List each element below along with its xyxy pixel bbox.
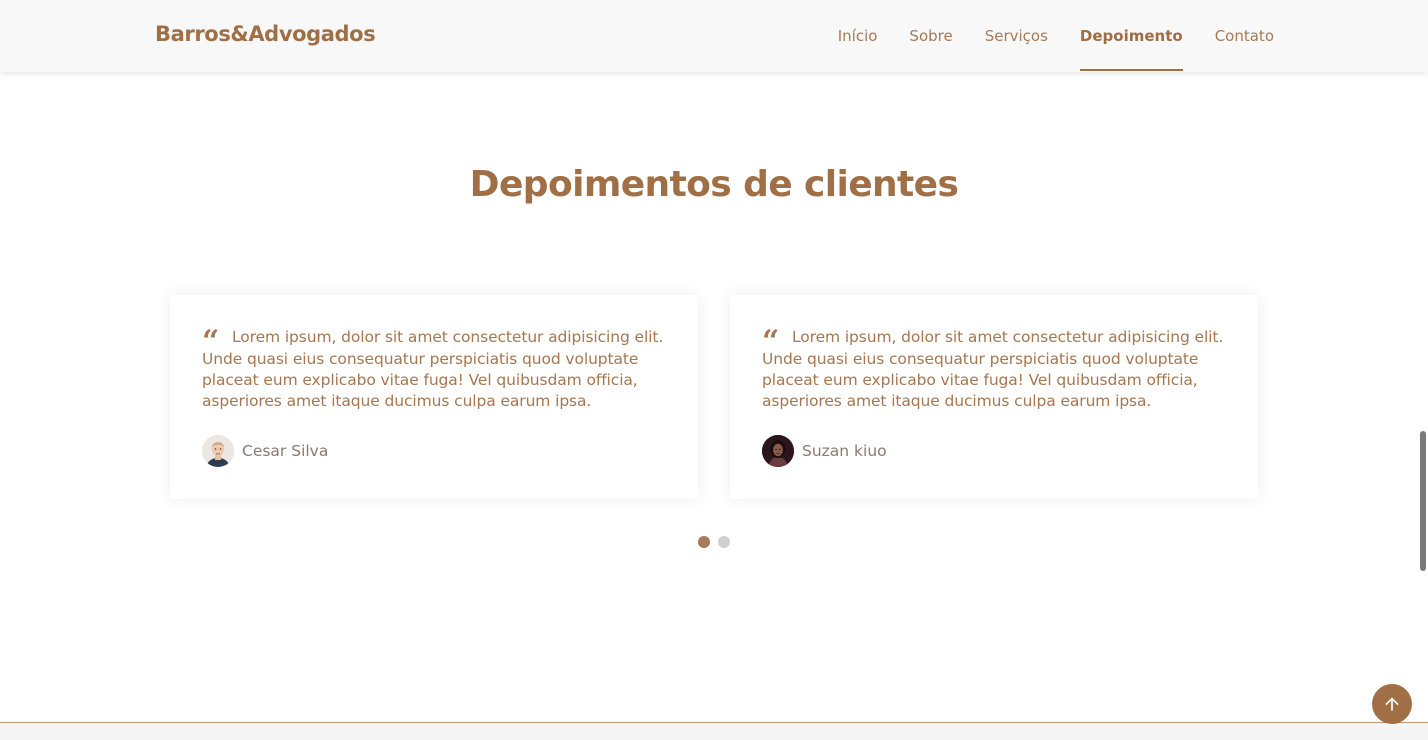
testimonial-text: “Lorem ipsum, dolor sit amet consectetur… [202,324,664,411]
nav-item-depoimento[interactable]: Depoimento [1079,0,1183,72]
quote-icon: “ [202,324,219,359]
nav-item-servicos[interactable]: Serviços [985,0,1048,72]
arrow-up-icon [1385,697,1399,711]
avatar [762,435,794,467]
testimonial-author: Cesar Silva [202,435,328,467]
author-name: Suzan kiuo [802,442,887,460]
pagination-dot-2[interactable] [718,536,730,548]
author-name: Cesar Silva [242,442,329,460]
footer-edge [0,722,1428,740]
pagination-dot-1[interactable] [698,536,710,548]
testimonial-author: Suzan kiuo [762,435,887,467]
section-title: Depoimentos de clientes [469,164,959,205]
site-logo[interactable]: Barros&Advogados [155,22,376,46]
carousel-pagination [698,536,738,548]
nav-item-contato[interactable]: Contato [1215,0,1274,72]
testimonial-card: “Lorem ipsum, dolor sit amet consectetur… [170,295,698,499]
main-nav: Início Sobre Serviços Depoimento Contato [806,0,1274,72]
nav-item-sobre[interactable]: Sobre [909,0,952,72]
site-header: Barros&Advogados Início Sobre Serviços D… [0,0,1428,72]
nav-item-inicio[interactable]: Início [838,0,878,72]
back-to-top-button[interactable] [1372,684,1412,724]
scrollbar-thumb[interactable] [1420,431,1426,571]
testimonial-text: “Lorem ipsum, dolor sit amet consectetur… [762,324,1224,411]
testimonial-card: “Lorem ipsum, dolor sit amet consectetur… [730,295,1258,499]
quote-icon: “ [762,324,779,359]
avatar [202,435,234,467]
